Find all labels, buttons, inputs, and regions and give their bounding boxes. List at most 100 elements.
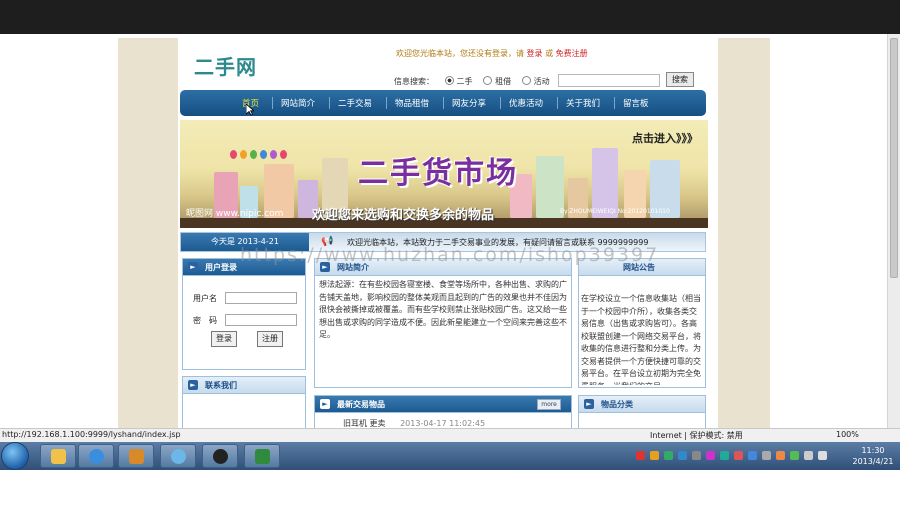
balloon-icon — [270, 150, 277, 159]
contact-panel-header: ► 联系我们 — [183, 377, 305, 394]
main-nav: 首页 网站简介 二手交易 物品租借 网友分享 优惠活动 关于我们 留言板 — [180, 90, 706, 116]
tray-icon[interactable] — [664, 451, 673, 460]
search-radio-event[interactable] — [521, 76, 531, 85]
latest-items-title: 最新交易物品 — [337, 400, 385, 409]
status-url: http://192.168.1.100:9999/lyshand/index.… — [2, 430, 181, 439]
banner-watermark: 昵图网 www.nipic.com — [186, 209, 284, 219]
taskbar-excel[interactable] — [244, 444, 280, 468]
category-panel-title: 物品分类 — [601, 400, 633, 409]
tray-icon[interactable] — [748, 451, 757, 460]
site-page: 二手网 欢迎您光临本站，您还没有登录，请 登录 或 免费注册 信息搜索： 二手 … — [178, 38, 718, 428]
banner-watermark-small: By:ZHOUMEIWEIQI No:20120101010 — [560, 208, 670, 215]
clock-time: 11:30 — [861, 446, 885, 455]
taskbar-ie[interactable] — [78, 444, 114, 468]
tray-icon[interactable] — [790, 451, 799, 460]
contact-panel-title: 联系我们 — [205, 381, 237, 390]
nav-item-about[interactable]: 关于我们 — [566, 97, 600, 109]
balloon-icon — [250, 150, 257, 159]
intro-panel: ► 网站简介 想法起源：在有些校园各寝室楼、食堂等场所中，各种出售、求购的广告铺… — [314, 258, 572, 388]
mouse-cursor-icon — [246, 104, 254, 116]
register-button[interactable]: 注册 — [257, 331, 283, 347]
balloon-icon — [240, 150, 247, 159]
clock-date: 2013/4/21 — [852, 457, 894, 466]
arrow-icon: ► — [320, 399, 330, 409]
nav-item-promo[interactable]: 优惠活动 — [509, 97, 543, 109]
zoom-level[interactable]: 100% — [836, 430, 859, 439]
site-logo[interactable]: 二手网 — [194, 51, 257, 80]
security-zone[interactable]: Internet | 保护模式: 禁用 — [650, 430, 743, 441]
login-button[interactable]: 登录 — [211, 331, 237, 347]
start-button[interactable] — [2, 443, 28, 469]
app-icon — [129, 449, 144, 464]
nav-separator — [614, 97, 615, 109]
username-input[interactable] — [225, 292, 297, 304]
search-row: 信息搜索： 二手 租借 活动 — [394, 76, 550, 87]
search-option-label: 二手 — [456, 77, 473, 86]
password-input[interactable] — [225, 314, 297, 326]
notice-panel: 网站公告 在学校设立一个信息收集站（相当于一个校园中介所），收集各类交易信息（出… — [578, 258, 706, 388]
username-label: 用户名 — [193, 294, 217, 303]
arrow-icon: ► — [188, 262, 198, 272]
search-radio-rent[interactable] — [483, 76, 493, 85]
tray-icon[interactable] — [692, 451, 701, 460]
nav-item-guestbook[interactable]: 留言板 — [623, 97, 649, 109]
qq-icon — [213, 449, 228, 464]
banner[interactable]: 二手货市场 点击进入》》》 昵图网 www.nipic.com 欢迎您来选购和交… — [180, 120, 708, 228]
tray-icon[interactable] — [762, 451, 771, 460]
tray-icon[interactable] — [776, 451, 785, 460]
latest-item[interactable]: 旧耳机 更卖 2013-04-17 11:02:45 — [343, 418, 485, 428]
excel-icon — [255, 449, 270, 464]
bottom-area — [0, 470, 900, 506]
taskbar: 11:30 2013/4/21 — [0, 442, 900, 470]
taskbar-app[interactable] — [118, 444, 154, 468]
taskbar-app[interactable] — [160, 444, 196, 468]
scrollbar-thumb[interactable] — [890, 38, 898, 278]
latest-items-header: ► 最新交易物品 more — [315, 396, 571, 413]
nav-separator — [500, 97, 501, 109]
tray-icon[interactable] — [706, 451, 715, 460]
volume-icon[interactable] — [818, 451, 827, 460]
arrow-icon: ► — [188, 380, 198, 390]
taskbar-qq[interactable] — [202, 444, 238, 468]
browser-top-strip — [0, 0, 900, 34]
login-panel-title: 用户登录 — [205, 263, 237, 272]
balloon-icon — [260, 150, 267, 159]
nav-separator — [443, 97, 444, 109]
nav-item-trade[interactable]: 二手交易 — [338, 97, 372, 109]
category-panel-header: ► 物品分类 — [579, 396, 705, 413]
nav-separator — [329, 97, 330, 109]
search-radio-secondhand[interactable] — [444, 76, 454, 85]
more-button[interactable]: more — [537, 399, 561, 410]
tray-icon[interactable] — [720, 451, 729, 460]
arrow-icon: ► — [584, 399, 594, 409]
nav-item-intro[interactable]: 网站简介 — [281, 97, 315, 109]
taskbar-explorer[interactable] — [40, 444, 76, 468]
network-icon[interactable] — [804, 451, 813, 460]
nav-separator — [386, 97, 387, 109]
tray-icon[interactable] — [678, 451, 687, 460]
clock[interactable]: 11:30 2013/4/21 — [848, 445, 898, 467]
intro-text: 想法起源：在有些校园各寝室楼、食堂等场所中，各种出售、求购的广告铺天盖地，影响校… — [319, 280, 567, 339]
notice-text: 在学校设立一个信息收集站（相当于一个校园中介所），收集各类交易信息（出售或求购皆… — [581, 294, 701, 385]
nav-item-rent[interactable]: 物品租借 — [395, 97, 429, 109]
folder-icon — [51, 449, 66, 464]
search-button[interactable]: 搜索 — [666, 72, 694, 87]
latest-items-panel: ► 最新交易物品 more 旧耳机 更卖 2013-04-17 11:02:45 — [314, 395, 572, 428]
contact-panel: ► 联系我们 — [182, 376, 306, 428]
latest-item-name: 旧耳机 更卖 — [343, 419, 386, 428]
search-input[interactable] — [558, 74, 660, 87]
search-label: 信息搜索： — [394, 77, 434, 86]
overlay-watermark: https://www.huzhan.com/ishop39397 — [240, 244, 660, 266]
tray-icon[interactable] — [734, 451, 743, 460]
vertical-scrollbar[interactable] — [887, 34, 900, 428]
browser-status-bar: http://192.168.1.100:9999/lyshand/index.… — [0, 428, 900, 442]
nav-separator — [272, 97, 273, 109]
tray-icon[interactable] — [636, 451, 645, 460]
tray-icon[interactable] — [650, 451, 659, 460]
latest-item-date: 2013-04-17 11:02:45 — [400, 419, 486, 428]
login-link[interactable]: 登录 — [527, 49, 543, 58]
balloon-icon — [230, 150, 237, 159]
nav-item-share[interactable]: 网友分享 — [452, 97, 486, 109]
banner-click-enter[interactable]: 点击进入》》》 — [632, 130, 698, 146]
register-link[interactable]: 免费注册 — [556, 49, 588, 58]
